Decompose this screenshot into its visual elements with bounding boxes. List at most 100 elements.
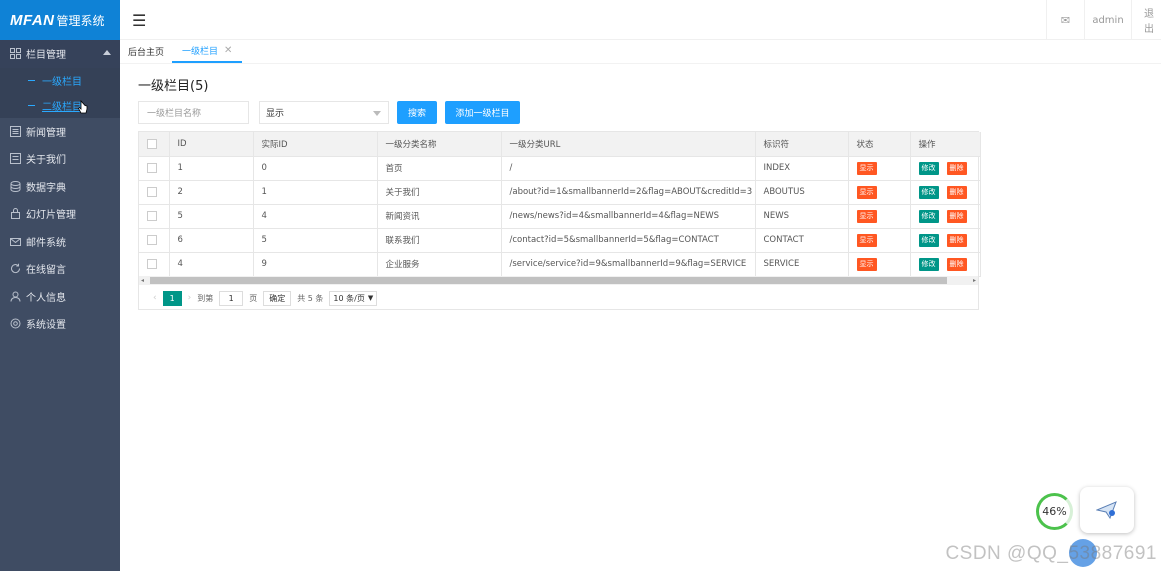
header-actions: ✉ admin 退出 (1046, 0, 1161, 40)
mail-button[interactable]: ✉ (1046, 0, 1084, 40)
edit-button[interactable]: 修改 (918, 257, 939, 271)
next-page-icon[interactable]: › (188, 293, 192, 303)
user-icon (9, 290, 21, 302)
tab-label: 后台主页 (128, 47, 165, 58)
scroll-left-icon[interactable]: ◂ (141, 277, 144, 284)
tab-home[interactable]: 后台主页 (120, 39, 172, 63)
sidebar-item-slides[interactable]: 幻灯片管理 (0, 200, 120, 228)
scroll-thumb[interactable] (150, 277, 947, 284)
menu-toggle-icon[interactable]: ☰ (132, 11, 146, 30)
cell-status: 显示 (848, 228, 911, 253)
cell-name: 关于我们 (377, 180, 502, 205)
edit-button[interactable]: 修改 (918, 161, 939, 175)
cell-real-id: 4 (253, 204, 378, 229)
cell-actions: 修改 删除 (910, 180, 981, 205)
cell-id: 5 (169, 204, 254, 229)
floating-assistant-button[interactable] (1080, 487, 1134, 533)
current-page[interactable]: 1 (162, 290, 182, 306)
cell-flag: ABOUTUS (755, 180, 849, 205)
status-badge[interactable]: 显示 (856, 233, 877, 247)
status-badge[interactable]: 显示 (856, 209, 877, 223)
cell-actions: 修改 删除 (910, 228, 981, 253)
tab-level1-column[interactable]: 一级栏目 ✕ (172, 39, 243, 63)
sidebar-item-profile[interactable]: 个人信息 (0, 283, 120, 311)
sidebar-item-about[interactable]: 关于我们 (0, 145, 120, 173)
sidebar-item-label: 幻灯片管理 (26, 210, 76, 222)
sidebar-item-label: 邮件系统 (26, 237, 66, 249)
cell-real-id: 1 (253, 180, 378, 205)
sidebar-subitem-level1[interactable]: 一级栏目 (0, 68, 120, 93)
status-select[interactable]: 显示 (259, 101, 389, 124)
row-checkbox[interactable] (139, 204, 170, 229)
sidebar-item-messages[interactable]: 在线留言 (0, 255, 120, 283)
search-button[interactable]: 搜索 (397, 101, 437, 124)
logout-button[interactable]: 退出 (1131, 0, 1161, 40)
cell-name: 企业服务 (377, 252, 502, 277)
status-badge[interactable]: 显示 (856, 185, 877, 199)
row-checkbox[interactable] (139, 156, 170, 181)
cell-flag: SERVICE (755, 252, 849, 277)
select-all-checkbox[interactable] (139, 132, 170, 157)
add-level1-button[interactable]: 添加一级栏目 (445, 101, 520, 124)
status-badge[interactable]: 显示 (856, 257, 877, 271)
close-icon[interactable]: ✕ (224, 45, 232, 56)
edit-button[interactable]: 修改 (918, 209, 939, 223)
row-checkbox[interactable] (139, 180, 170, 205)
dash-icon (28, 104, 35, 106)
sidebar-item-column-management[interactable]: 栏目管理 (0, 40, 120, 68)
progress-ring[interactable]: 46% (1036, 493, 1073, 530)
row-checkbox[interactable] (139, 252, 170, 277)
app-logo[interactable]: MFAN 管理系统 (0, 0, 120, 40)
status-badge[interactable]: 显示 (856, 161, 877, 175)
scroll-right-icon[interactable]: ▸ (973, 277, 976, 284)
user-menu[interactable]: admin (1084, 0, 1131, 40)
horizontal-scrollbar[interactable]: ◂ ▸ (139, 276, 978, 285)
cell-actions: 修改 删除 (910, 156, 981, 181)
delete-button[interactable]: 删除 (946, 233, 967, 247)
database-icon (9, 180, 21, 192)
column-header[interactable]: ID (169, 132, 254, 157)
cell-status: 显示 (848, 180, 911, 205)
grid-icon (9, 48, 21, 60)
paper-plane-icon (1096, 501, 1117, 519)
edit-button[interactable]: 修改 (918, 185, 939, 199)
checkbox-icon (147, 234, 157, 245)
delete-button[interactable]: 删除 (946, 185, 967, 199)
column-header[interactable]: 实际ID (253, 132, 378, 157)
goto-page-input[interactable]: 1 (219, 290, 244, 306)
page-size-value: 10 条/页 (333, 293, 365, 303)
sidebar-item-mail[interactable]: 邮件系统 (0, 228, 120, 256)
sidebar-item-news[interactable]: 新闻管理 (0, 118, 120, 146)
column-header[interactable]: 操作 (910, 132, 981, 157)
page-size-select[interactable]: 10 条/页 ▼ (329, 290, 378, 306)
column-header[interactable]: 状态 (848, 132, 911, 157)
table-row: 6 5 联系我们 /contact?id=5&smallbannerId=5&f… (139, 228, 981, 253)
cell-url: /news/news?id=4&smallbannerId=4&flag=NEW… (501, 204, 756, 229)
watermark: CSDN @QQ_53887691 (945, 543, 1157, 564)
cell-id: 6 (169, 228, 254, 253)
table-row: 1 0 首页 / INDEX 显示 修改 删除 (139, 156, 981, 181)
top-header: ☰ ✉ admin 退出 (120, 0, 1161, 40)
column-header[interactable]: 标识符 (755, 132, 849, 157)
sidebar-item-label: 个人信息 (26, 292, 66, 304)
delete-button[interactable]: 删除 (946, 209, 967, 223)
goto-confirm-button[interactable]: 确定 (263, 290, 292, 306)
sidebar-item-dictionary[interactable]: 数据字典 (0, 173, 120, 201)
sidebar-subitem-level2[interactable]: 二级栏目 (0, 93, 120, 118)
prev-page-icon[interactable]: ‹ (153, 293, 157, 303)
checkbox-icon (147, 138, 157, 149)
sidebar-item-label: 关于我们 (26, 155, 66, 167)
delete-button[interactable]: 删除 (946, 257, 967, 271)
row-checkbox[interactable] (139, 228, 170, 253)
cell-actions: 修改 删除 (910, 252, 981, 277)
column-header[interactable]: 一级分类URL (501, 132, 756, 157)
column-header[interactable]: 一级分类名称 (377, 132, 502, 157)
search-input[interactable]: 一级栏目名称 (138, 101, 249, 124)
checkbox-icon (147, 162, 157, 173)
delete-button[interactable]: 删除 (946, 161, 967, 175)
sidebar-item-settings[interactable]: 系统设置 (0, 310, 120, 338)
sidebar-subitem-label: 二级栏目 (42, 101, 82, 113)
table-row: 5 4 新闻资讯 /news/news?id=4&smallbannerId=4… (139, 204, 981, 229)
data-table: ID 实际ID 一级分类名称 一级分类URL 标识符 状态 操作 1 0 首页 … (138, 131, 981, 310)
edit-button[interactable]: 修改 (918, 233, 939, 247)
